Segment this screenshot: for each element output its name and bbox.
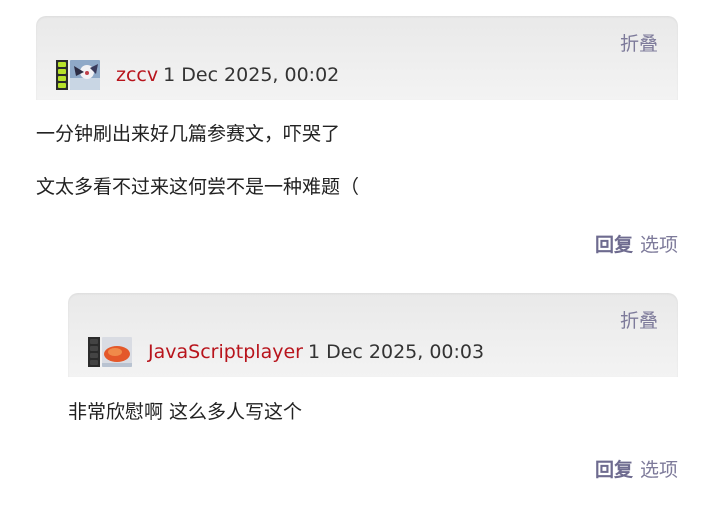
comment-meta: zccv 1 Dec 2025, 00:02 [56, 59, 339, 91]
comment-header: 折叠 zccv 1 Dec 2025, 00:02 [36, 16, 678, 100]
comment-actions: 回复 选项 [595, 455, 678, 482]
comment: 折叠 zccv 1 Dec 2025, 00:02 一分钟刷出来好几篇参赛文，吓… [36, 16, 678, 256]
username-link[interactable]: zccv [116, 64, 158, 86]
timestamp: 1 Dec 2025, 00:02 [163, 64, 340, 86]
fold-button[interactable]: 折叠 [620, 29, 658, 56]
user-level-icon [56, 60, 68, 90]
user-level-icon [88, 337, 100, 367]
reply-button[interactable]: 回复 [595, 455, 633, 482]
comment-actions: 回复 选项 [595, 230, 678, 257]
comment-text: 非常欣慰啊 这么多人写这个 [68, 401, 303, 423]
comment-text: 文太多看不过来这何尝不是一种难题（ [36, 176, 360, 198]
username-link[interactable]: JavaScriptplayer [148, 341, 303, 363]
comment-meta: JavaScriptplayer 1 Dec 2025, 00:03 [88, 336, 484, 368]
options-button[interactable]: 选项 [640, 230, 678, 257]
comment-reply: 折叠 JavaScriptplayer 1 Dec 2025, 00:03 非常… [68, 293, 678, 481]
comment-text: 一分钟刷出来好几篇参赛文，吓哭了 [36, 123, 341, 145]
avatar[interactable] [70, 60, 100, 90]
reply-button[interactable]: 回复 [595, 230, 633, 257]
avatar[interactable] [102, 337, 132, 367]
comment-header: 折叠 JavaScriptplayer 1 Dec 2025, 00:03 [68, 293, 678, 377]
timestamp: 1 Dec 2025, 00:03 [307, 341, 485, 363]
fold-button[interactable]: 折叠 [620, 306, 658, 333]
options-button[interactable]: 选项 [640, 455, 678, 482]
